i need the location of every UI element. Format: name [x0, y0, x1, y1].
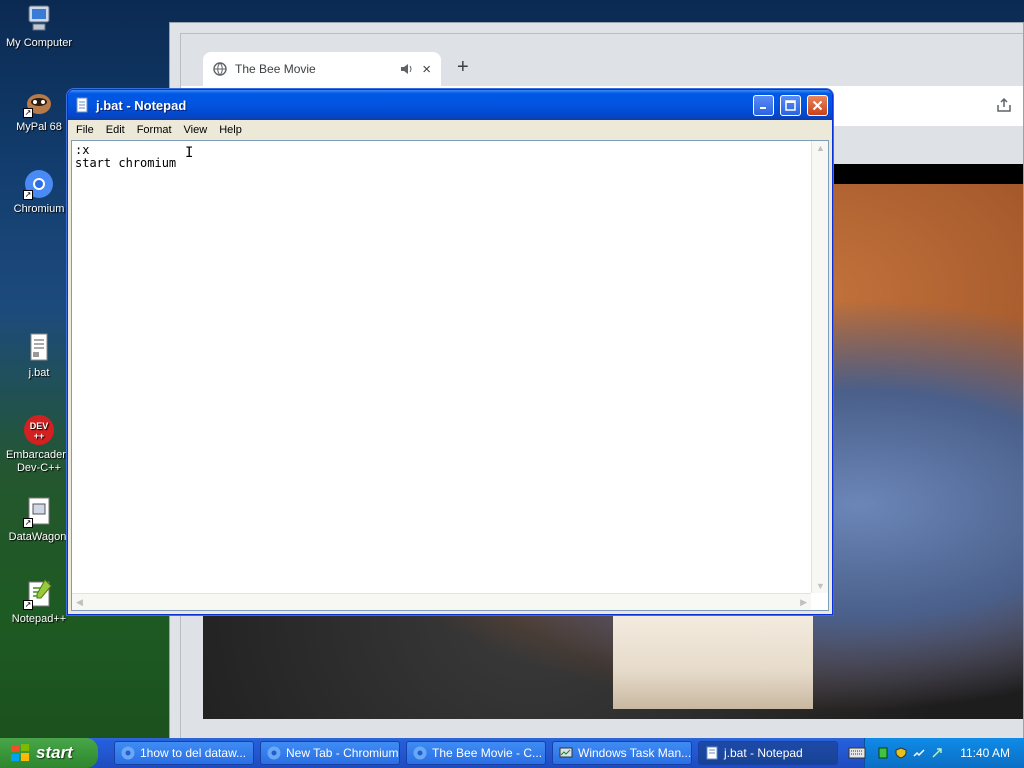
- desktop-icon-mypal[interactable]: ↗ MyPal 68: [2, 86, 76, 134]
- shortcut-arrow-icon: ↗: [23, 518, 33, 528]
- tab-close-icon[interactable]: ×: [422, 61, 431, 78]
- menu-help[interactable]: Help: [213, 124, 248, 136]
- speaker-icon[interactable]: [400, 63, 414, 75]
- chromium-icon: [121, 746, 135, 760]
- desktop-icon-datawagon[interactable]: ↗ DataWagon.: [2, 496, 76, 544]
- system-tray: 11:40 AM: [864, 738, 1024, 768]
- chromium-icon: ↗: [23, 168, 55, 200]
- globe-icon: [213, 62, 227, 76]
- scroll-right-icon[interactable]: ▶: [800, 597, 807, 608]
- scroll-up-icon[interactable]: ▲: [816, 143, 825, 153]
- maximize-button[interactable]: [780, 94, 801, 116]
- desktop-icon-label: Embarcadero Dev-C++: [5, 449, 73, 474]
- taskbar-button-label: 1how to del dataw...: [140, 746, 247, 760]
- security-shield-icon[interactable]: [895, 747, 907, 759]
- notepad-window: j.bat - Notepad File Edit Format View He…: [67, 89, 833, 615]
- battery-icon[interactable]: [877, 747, 889, 759]
- shortcut-arrow-icon: ↗: [23, 108, 33, 118]
- clock[interactable]: 11:40 AM: [960, 746, 1010, 760]
- desktop-icon-label: MyPal 68: [16, 121, 62, 133]
- browser-tab-bee-movie[interactable]: The Bee Movie ×: [203, 52, 441, 86]
- notepad-edit-area[interactable]: :x start chromium I ▲ ▼ ◀ ▶: [71, 140, 829, 611]
- taskbar: start 1how to del dataw... New Tab - Chr…: [0, 738, 1024, 768]
- minimize-icon: [759, 107, 766, 109]
- start-button[interactable]: start: [0, 738, 98, 768]
- shortcut-arrow-icon: ↗: [23, 190, 33, 200]
- taskbar-button-chromium-3[interactable]: The Bee Movie - C...: [406, 741, 546, 765]
- notepad-icon: [706, 746, 718, 760]
- shortcut-arrow-icon: ↗: [23, 600, 33, 610]
- svg-text:++: ++: [34, 431, 45, 441]
- desktop-icon-notepadpp[interactable]: ↗ Notepad++: [2, 578, 76, 626]
- keyboard-icon[interactable]: [848, 746, 866, 760]
- desktop-icon-label: DataWagon.: [8, 531, 70, 543]
- desktop-icon-devcpp[interactable]: DEV ++ Embarcadero Dev-C++: [2, 414, 76, 475]
- taskbar-button-label: The Bee Movie - C...: [432, 746, 543, 760]
- desktop-icon-label: j.bat: [28, 367, 50, 379]
- taskbar-button-task-manager[interactable]: Windows Task Man...: [552, 741, 692, 765]
- start-label: start: [36, 743, 73, 762]
- mypal-icon: ↗: [23, 86, 55, 118]
- horizontal-scrollbar[interactable]: ◀ ▶: [72, 593, 811, 610]
- usb-device-icon[interactable]: [931, 747, 943, 759]
- batch-file-icon: [23, 332, 55, 364]
- task-manager-icon: [559, 747, 573, 758]
- chromium-icon: [267, 746, 281, 760]
- close-button[interactable]: [807, 94, 828, 116]
- desktop-icon-label: Chromium: [13, 203, 65, 215]
- notepad-menubar: File Edit Format View Help: [68, 120, 832, 140]
- scroll-left-icon[interactable]: ◀: [76, 597, 83, 608]
- network-icon[interactable]: [913, 747, 925, 759]
- notepad-icon: [76, 97, 88, 113]
- maximize-icon: [785, 99, 796, 111]
- desktop-icon-label: My Computer: [5, 37, 73, 49]
- taskbar-button-chromium-2[interactable]: New Tab - Chromium: [260, 741, 400, 765]
- taskbar-button-notepad[interactable]: j.bat - Notepad: [698, 741, 838, 765]
- close-icon: [812, 100, 823, 110]
- notepadpp-icon: ↗: [23, 578, 55, 610]
- taskbar-button-label: New Tab - Chromium: [286, 746, 399, 760]
- devcpp-icon: DEV ++: [23, 414, 55, 446]
- chromium-icon: [413, 746, 427, 760]
- taskbar-button-label: j.bat - Notepad: [724, 746, 803, 760]
- menu-file[interactable]: File: [70, 124, 100, 136]
- tab-title: The Bee Movie: [235, 62, 316, 76]
- my-computer-icon: [23, 2, 55, 34]
- window-title: j.bat - Notepad: [96, 97, 187, 113]
- desktop-icon-label: Notepad++: [11, 613, 67, 625]
- text-cursor-icon: I: [185, 145, 194, 161]
- desktop-icon-j-bat[interactable]: j.bat: [2, 332, 76, 380]
- taskbar-button-chromium-1[interactable]: 1how to del dataw...: [114, 741, 254, 765]
- vertical-scrollbar[interactable]: ▲ ▼: [811, 141, 828, 593]
- desktop-icon-chromium[interactable]: ↗ Chromium: [2, 168, 76, 216]
- notepad-titlebar[interactable]: j.bat - Notepad: [68, 90, 832, 120]
- scroll-down-icon[interactable]: ▼: [816, 581, 825, 591]
- minimize-button[interactable]: [753, 94, 774, 116]
- menu-edit[interactable]: Edit: [100, 124, 131, 136]
- desktop-icon-my-computer[interactable]: My Computer: [2, 2, 76, 50]
- video-frame-object: [613, 609, 813, 709]
- notepad-text-content[interactable]: :x start chromium: [75, 144, 808, 592]
- svg-text:DEV: DEV: [30, 421, 49, 431]
- menu-view[interactable]: View: [178, 124, 214, 136]
- new-tab-button[interactable]: +: [457, 56, 469, 79]
- share-icon[interactable]: [995, 96, 1013, 114]
- windows-logo-icon: [11, 744, 29, 761]
- taskbar-button-label: Windows Task Man...: [578, 746, 692, 760]
- menu-format[interactable]: Format: [131, 124, 178, 136]
- datawagon-icon: ↗: [23, 496, 55, 528]
